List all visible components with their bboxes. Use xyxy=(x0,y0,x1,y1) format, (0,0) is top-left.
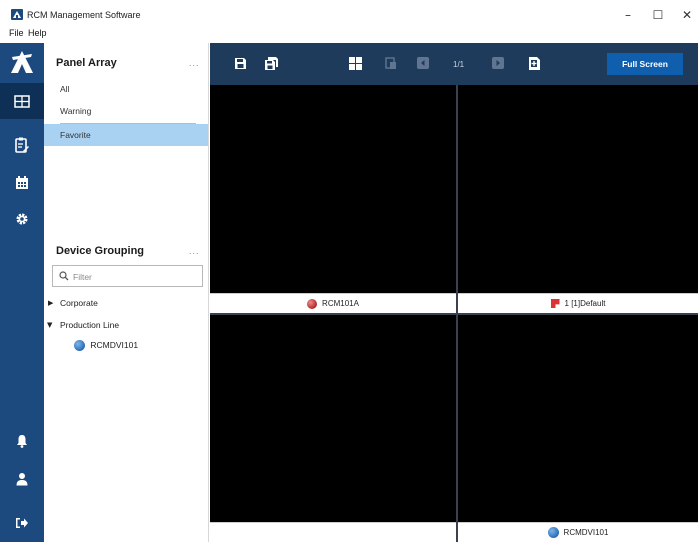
add-page-icon xyxy=(529,57,540,70)
tree-node-label: RCMDVI101 xyxy=(90,340,139,350)
tree-node-rcmdvi101[interactable]: RCMDVI101 xyxy=(74,340,139,352)
side-panel: Panel Array ... All Warning Favorite Dev… xyxy=(44,43,209,542)
screen-label: RCMDVI101 xyxy=(458,522,698,542)
next-icon xyxy=(492,57,504,69)
save-button[interactable] xyxy=(234,57,248,71)
panel-array-more-button[interactable]: ... xyxy=(189,58,200,68)
screen-display xyxy=(458,315,698,522)
user-icon xyxy=(16,473,28,486)
toolbar: 1/1 Full Screen xyxy=(210,43,698,85)
left-nav-rail xyxy=(0,43,44,542)
screen-name: RCMDVI101 xyxy=(563,528,609,537)
globe-icon xyxy=(74,340,85,352)
rail-user-button[interactable] xyxy=(0,461,44,497)
save-as-icon xyxy=(265,57,278,70)
collapse-arrow-icon[interactable]: ▼ xyxy=(47,321,52,329)
tree-node-label: Production Line xyxy=(60,320,120,330)
panel-array-item-favorite[interactable]: Favorite xyxy=(44,124,208,146)
screen-cell[interactable]: 1 [1]Default xyxy=(458,85,698,313)
full-screen-button[interactable]: Full Screen xyxy=(607,53,683,75)
layout-grid-button[interactable] xyxy=(349,57,363,71)
screen-cell[interactable]: RCM101A xyxy=(210,85,456,313)
panel-array-item-warning[interactable]: Warning xyxy=(44,100,208,122)
logout-icon xyxy=(16,518,28,528)
panel-array-item-all[interactable]: All xyxy=(44,78,208,100)
screen-cell[interactable]: RCMDVI101 xyxy=(458,315,698,542)
bell-icon xyxy=(17,435,27,448)
screen-display xyxy=(210,85,456,293)
screen-label: RCM101A xyxy=(210,293,456,313)
copy-icon xyxy=(385,57,396,69)
screen-grid: RCM101A 1 [1]Default RCMDVI101 xyxy=(210,85,698,542)
edit-list-icon xyxy=(15,137,29,153)
panel-array-title: Panel Array xyxy=(56,57,117,69)
rail-screens-button[interactable] xyxy=(0,83,44,119)
rail-notifications-button[interactable] xyxy=(0,423,44,459)
red-device-icon xyxy=(307,298,318,309)
add-page-button[interactable] xyxy=(528,57,542,71)
rail-settings-button[interactable] xyxy=(0,201,44,237)
screen-display xyxy=(458,85,698,293)
prev-icon xyxy=(417,57,429,69)
title-bar: RCM Management Software – ☐ ✕ xyxy=(0,0,698,28)
tree-node-label: Corporate xyxy=(60,298,98,308)
rail-calendar-button[interactable] xyxy=(0,165,44,201)
screen-label: 1 [1]Default xyxy=(458,293,698,313)
screens-icon xyxy=(14,94,30,108)
device-grouping-more-button[interactable]: ... xyxy=(189,246,200,256)
maximize-button[interactable]: ☐ xyxy=(651,8,665,22)
filter-input[interactable] xyxy=(73,269,197,284)
copy-button[interactable] xyxy=(385,57,399,71)
minimize-button[interactable]: – xyxy=(621,8,635,22)
app-title: RCM Management Software xyxy=(27,10,141,20)
menu-help[interactable]: Help xyxy=(28,28,47,38)
screen-name: RCM101A xyxy=(322,299,359,308)
rail-logout-button[interactable] xyxy=(0,505,44,541)
save-icon xyxy=(235,58,246,69)
expand-arrow-icon[interactable]: ▶ xyxy=(48,299,53,307)
menu-file[interactable]: File xyxy=(9,28,24,38)
page-indicator: 1/1 xyxy=(453,60,465,69)
globe-icon xyxy=(547,527,559,538)
brand-logo-icon xyxy=(0,43,44,83)
main-area: 1/1 Full Screen RCM101A 1 [1]Default RCM… xyxy=(210,43,698,542)
close-button[interactable]: ✕ xyxy=(680,8,694,22)
screen-name: 1 [1]Default xyxy=(564,299,606,308)
red-flag-icon xyxy=(550,299,560,308)
next-page-button[interactable] xyxy=(492,57,506,71)
app-logo-icon xyxy=(11,9,23,20)
gear-icon xyxy=(16,213,28,225)
save-as-button[interactable] xyxy=(265,57,279,71)
screen-cell[interactable] xyxy=(210,315,456,542)
rail-edit-list-button[interactable] xyxy=(0,127,44,163)
filter-box xyxy=(52,265,203,287)
device-grouping-title: Device Grouping xyxy=(56,245,145,257)
screen-label xyxy=(210,522,456,542)
calendar-icon xyxy=(16,176,28,189)
prev-page-button[interactable] xyxy=(417,57,431,71)
search-icon xyxy=(59,271,69,281)
layout-grid-icon xyxy=(349,57,362,70)
screen-display xyxy=(210,315,456,522)
